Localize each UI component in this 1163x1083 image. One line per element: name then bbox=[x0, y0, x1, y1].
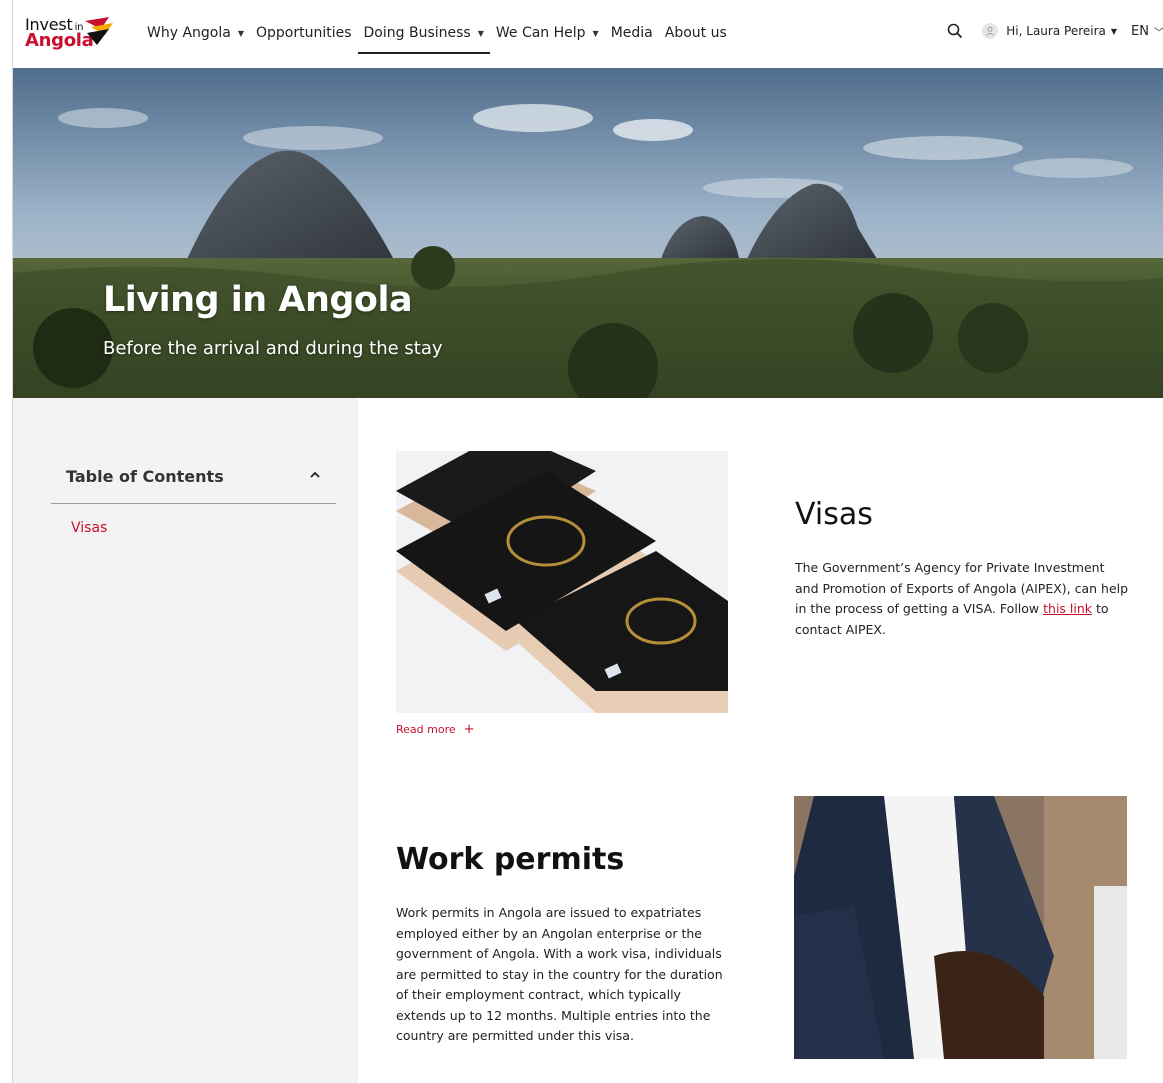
visas-heading: Visas bbox=[795, 497, 873, 532]
read-more-label: Read more bbox=[396, 723, 456, 736]
main-nav: Why Angola ▼ Opportunities Doing Business… bbox=[141, 22, 733, 54]
header-utilities: Hi, Laura Pereira ▼ EN ﹀ bbox=[946, 22, 1163, 40]
passports-image bbox=[396, 451, 728, 713]
hero-subtitle: Before the arrival and during the stay bbox=[103, 338, 443, 359]
visas-paragraph: The Government’s Agency for Private Inve… bbox=[795, 558, 1130, 640]
plus-icon: + bbox=[463, 722, 475, 737]
nav-label: About us bbox=[664, 25, 727, 41]
nav-label: Why Angola bbox=[147, 25, 231, 41]
nav-why-angola[interactable]: Why Angola ▼ bbox=[141, 22, 250, 44]
hero-banner: Living in Angola Before the arrival and … bbox=[13, 68, 1163, 398]
work-permits-heading: Work permits bbox=[396, 842, 625, 877]
site-header: Invest in Angola Why Angola ▼ Opportunitie… bbox=[13, 0, 1163, 68]
caret-down-icon: ▼ bbox=[477, 28, 484, 38]
caret-down-icon: ▼ bbox=[592, 28, 599, 38]
caret-down-icon: ▼ bbox=[1110, 26, 1118, 36]
page-frame: Invest in Angola Why Angola ▼ Opportunitie… bbox=[12, 0, 1163, 1083]
hero-title: Living in Angola bbox=[103, 280, 413, 320]
nav-label: Doing Business bbox=[363, 25, 471, 41]
nav-label: Opportunities bbox=[255, 25, 352, 41]
site-logo[interactable]: Invest in Angola bbox=[25, 15, 117, 55]
toc-header[interactable]: Table of Contents bbox=[51, 454, 336, 504]
user-menu[interactable]: Hi, Laura Pereira ▼ bbox=[982, 23, 1131, 39]
language-selector[interactable]: EN ﹀ bbox=[1131, 24, 1163, 39]
businessman-laptop-image bbox=[794, 796, 1127, 1059]
aipex-contact-link[interactable]: this link bbox=[1043, 601, 1092, 616]
chevron-up-icon[interactable] bbox=[308, 468, 322, 482]
toc-sidebar: Table of Contents Visas bbox=[13, 398, 358, 1083]
caret-down-icon: ▼ bbox=[237, 28, 244, 38]
toc-title: Table of Contents bbox=[66, 467, 224, 486]
nav-about-us[interactable]: About us bbox=[659, 22, 733, 44]
read-more-link[interactable]: Read more + bbox=[396, 722, 475, 737]
nav-we-can-help[interactable]: We Can Help ▼ bbox=[490, 22, 605, 44]
work-permits-paragraph: Work permits in Angola are issued to exp… bbox=[396, 905, 723, 1043]
user-greeting: Hi, Laura Pereira bbox=[1006, 24, 1106, 38]
language-label: EN bbox=[1131, 23, 1149, 39]
search-icon[interactable] bbox=[946, 22, 964, 40]
logo-flag-icon bbox=[85, 17, 113, 45]
nav-media[interactable]: Media bbox=[605, 22, 659, 44]
user-avatar-icon bbox=[982, 23, 999, 39]
nav-opportunities[interactable]: Opportunities bbox=[250, 22, 358, 44]
toc-item-visas[interactable]: Visas bbox=[71, 520, 107, 536]
chevron-down-icon: ﹀ bbox=[1154, 27, 1163, 39]
nav-doing-business[interactable]: Doing Business ▼ bbox=[357, 22, 491, 54]
nav-label: Media bbox=[610, 25, 653, 41]
nav-label: We Can Help bbox=[495, 25, 586, 41]
